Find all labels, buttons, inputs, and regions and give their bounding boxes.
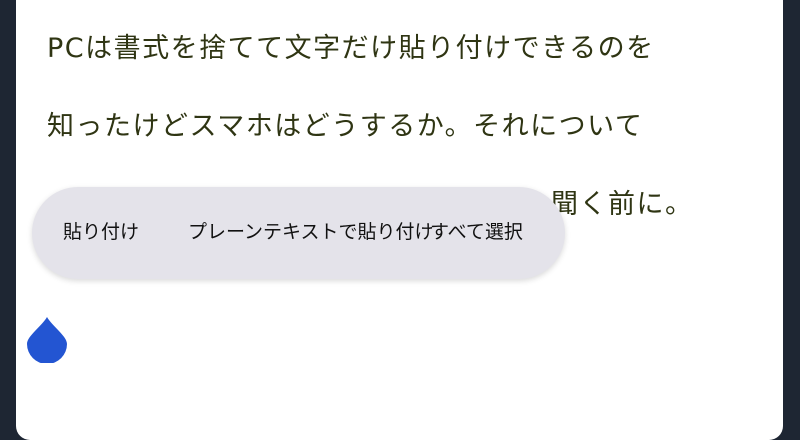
select-all-button[interactable]: すべて選択 (430, 223, 523, 242)
text-line-2: 知ったけどスマホはどうするか。それについて (47, 111, 644, 142)
paste-button[interactable]: 貼り付け (63, 223, 139, 242)
text-line-1: PCは書式を捨てて文字だけ貼り付けできるのを (47, 33, 655, 64)
paste-plain-text-button[interactable]: プレーンテキストで貼り付け (188, 223, 433, 242)
text-line-3: 聞く前に。 (551, 189, 694, 220)
text-context-menu: 貼り付け プレーンテキストで貼り付け すべて選択 (32, 187, 565, 279)
text-cursor-handle-icon[interactable] (27, 317, 67, 364)
